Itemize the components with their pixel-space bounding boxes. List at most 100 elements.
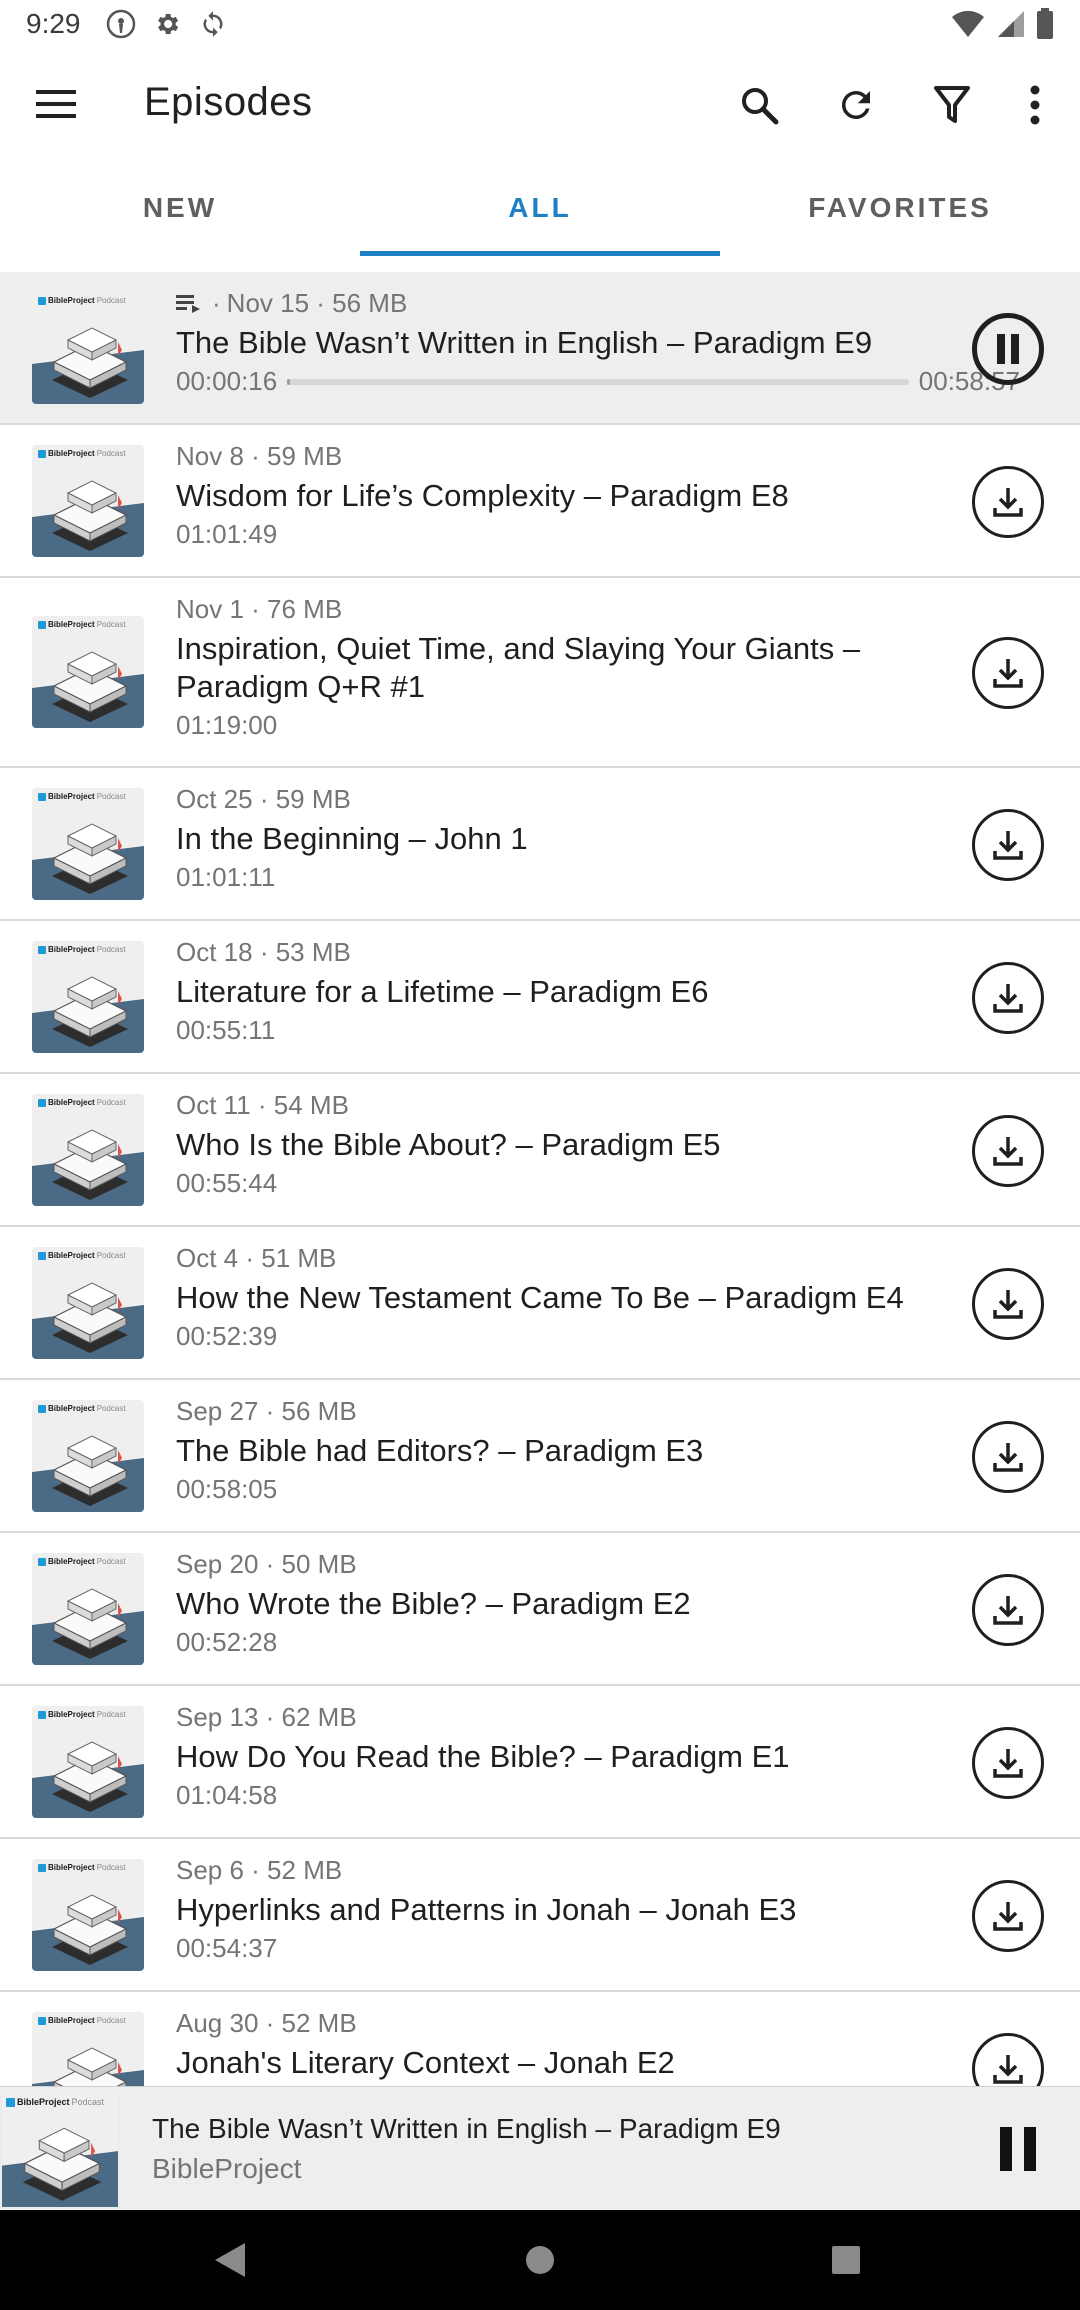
episode-row[interactable]: BibleProject Podcast Sep 6 · 52 MB Hyperlin… — [0, 1839, 1080, 1992]
episode-duration: 01:19:00 — [176, 710, 278, 740]
episode-info: Sep 27 · 56 MB The Bible had Editors? – P… — [176, 1394, 930, 1505]
episode-duration: 01:01:11 — [176, 862, 276, 892]
episode-tabs: NEW ALL FAVORITES — [0, 160, 1080, 256]
episode-info: Oct 11 · 54 MB Who Is the Bible About? – … — [176, 1088, 930, 1199]
episode-artwork: BibleProject Podcast — [32, 941, 144, 1053]
pause-icon[interactable] — [986, 2117, 1050, 2181]
artwork-illustration — [32, 1553, 144, 1665]
podcast-art-brand-suffix: Podcast — [96, 1251, 126, 1260]
episode-row[interactable]: BibleProject Podcast Sep 20 · 50 MB Who Wro… — [0, 1533, 1080, 1686]
refresh-icon[interactable] — [829, 78, 883, 132]
episode-row[interactable]: BibleProject Podcast Oct 11 · 54 MB Who Is … — [0, 1074, 1080, 1227]
episode-row[interactable]: BibleProject Podcast Nov 1 · 76 MB Inspirat… — [0, 578, 1080, 768]
episode-title: Literature for a Lifetime – Paradigm E6 — [176, 974, 709, 1009]
episode-list[interactable]: BibleProject Podcast · Nov 15 · 56 MB The Bi… — [0, 272, 1080, 2086]
episode-meta: Oct 4 · 51 MB — [176, 1241, 930, 1275]
filter-icon[interactable] — [925, 78, 979, 132]
episode-date-size: Nov 8 · 59 MB — [176, 440, 343, 471]
app-toolbar: Episodes — [0, 48, 1080, 160]
status-bar: 9:29 — [0, 0, 1080, 48]
episode-date-size: Oct 25 · 59 MB — [176, 783, 351, 814]
episode-meta: Sep 6 · 52 MB — [176, 1853, 930, 1887]
back-icon[interactable] — [208, 2238, 252, 2282]
tab-favorites[interactable]: FAVORITES — [720, 160, 1080, 256]
episode-row[interactable]: BibleProject Podcast · Nov 15 · 56 MB The Bi… — [0, 272, 1080, 425]
hotspot-icon — [105, 8, 137, 40]
more-options-icon[interactable] — [1008, 78, 1062, 132]
recents-icon[interactable] — [824, 2238, 868, 2282]
download-button[interactable] — [972, 2032, 1044, 2086]
bibleproject-logo-icon — [38, 1405, 46, 1413]
episode-meta: Oct 18 · 53 MB — [176, 935, 930, 969]
menu-icon[interactable] — [30, 78, 82, 130]
podcast-art-brand-name: BibleProject — [48, 1557, 95, 1566]
episode-duration: 00:54:37 — [176, 1933, 278, 1963]
mini-player[interactable]: BibleProject Podcast The Bible Wasn’t Wri… — [0, 2086, 1080, 2210]
podcast-art-brand: BibleProject Podcast — [36, 1404, 128, 1414]
bibleproject-logo-icon — [38, 1711, 46, 1719]
meta-separator: · — [212, 287, 221, 318]
podcast-art-brand-name: BibleProject — [48, 1863, 95, 1872]
download-button[interactable] — [972, 637, 1044, 709]
episode-artwork: BibleProject Podcast — [32, 292, 144, 404]
episode-row[interactable]: BibleProject Podcast Oct 18 · 53 MB Literat… — [0, 921, 1080, 1074]
search-icon[interactable] — [732, 78, 786, 132]
episode-title: How Do You Read the Bible? – Paradigm E1 — [176, 1739, 790, 1774]
podcast-art-brand-name: BibleProject — [48, 1710, 95, 1719]
bibleproject-logo-icon — [6, 2098, 15, 2107]
episode-meta: · Nov 15 · 56 MB — [176, 286, 1020, 320]
artwork-illustration — [32, 1706, 144, 1818]
settings-icon — [151, 8, 183, 40]
episode-duration: 00:52:39 — [176, 1321, 278, 1351]
download-button[interactable] — [972, 1420, 1044, 1493]
mini-player-artist: BibleProject — [152, 2153, 302, 2184]
download-button[interactable] — [972, 1267, 1044, 1340]
download-button[interactable] — [972, 808, 1044, 881]
episode-date-size: Sep 13 · 62 MB — [176, 1701, 357, 1732]
episode-title: Hyperlinks and Patterns in Jonah – Jonah… — [176, 1892, 797, 1927]
download-button[interactable] — [972, 1573, 1044, 1646]
wifi-icon — [950, 9, 986, 46]
episode-date-size: Aug 30 · 52 MB — [176, 2007, 357, 2038]
home-icon[interactable] — [518, 2238, 562, 2282]
queue-icon — [176, 293, 202, 313]
download-button[interactable] — [972, 1114, 1044, 1187]
playback-position: 00:00:16 — [176, 366, 278, 396]
artwork-illustration — [32, 1247, 144, 1359]
download-icon — [990, 484, 1026, 520]
episode-meta: Sep 20 · 50 MB — [176, 1547, 930, 1581]
podcast-art-brand: BibleProject Podcast — [36, 296, 128, 306]
episode-artwork: BibleProject Podcast — [32, 445, 144, 557]
pause-button[interactable] — [972, 312, 1044, 385]
podcast-art-brand-suffix: Podcast — [96, 2016, 126, 2025]
artwork-illustration — [0, 2091, 120, 2207]
tab-all[interactable]: ALL — [360, 160, 720, 256]
podcast-art-brand-suffix: Podcast — [96, 792, 126, 801]
episode-meta: Sep 27 · 56 MB — [176, 1394, 930, 1428]
episode-row[interactable]: BibleProject Podcast Oct 25 · 59 MB In the … — [0, 768, 1080, 921]
episode-row[interactable]: BibleProject Podcast Nov 8 · 59 MB Wisdom f… — [0, 425, 1080, 578]
episode-artwork: BibleProject Podcast — [32, 2012, 144, 2086]
episode-row[interactable]: BibleProject Podcast Oct 4 · 51 MB How the … — [0, 1227, 1080, 1380]
download-button[interactable] — [972, 465, 1044, 538]
episode-row[interactable]: BibleProject Podcast Sep 13 · 62 MB How Do … — [0, 1686, 1080, 1839]
bibleproject-logo-icon — [38, 2017, 46, 2025]
episode-row[interactable]: BibleProject Podcast Aug 30 · 52 MB Jonah's… — [0, 1992, 1080, 2086]
podcast-art-brand: BibleProject Podcast — [36, 1251, 128, 1261]
sync-icon — [197, 8, 229, 40]
episode-meta: Aug 30 · 52 MB — [176, 2006, 930, 2040]
download-button[interactable] — [972, 961, 1044, 1034]
episode-info: Sep 6 · 52 MB Hyperlinks and Patterns in … — [176, 1853, 930, 1964]
bibleproject-logo-icon — [38, 450, 46, 458]
episode-row[interactable]: BibleProject Podcast Sep 27 · 56 MB The Bib… — [0, 1380, 1080, 1533]
episode-date-size: Sep 20 · 50 MB — [176, 1548, 357, 1579]
tab-new[interactable]: NEW — [0, 160, 360, 256]
episode-artwork: BibleProject Podcast — [32, 788, 144, 900]
podcast-art-brand-name: BibleProject — [17, 2097, 70, 2107]
signal-icon — [996, 9, 1026, 46]
download-button[interactable] — [972, 1879, 1044, 1952]
podcast-art-brand-suffix: Podcast — [96, 1404, 126, 1413]
download-button[interactable] — [972, 1726, 1044, 1799]
episode-info: Oct 4 · 51 MB How the New Testament Came … — [176, 1241, 930, 1352]
episode-artwork: BibleProject Podcast — [32, 1553, 144, 1665]
